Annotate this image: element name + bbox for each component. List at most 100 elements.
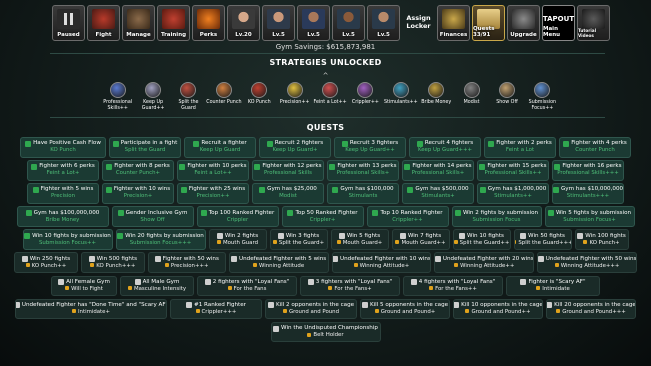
quest-card[interactable]: 4 fighters with "Loyal Fans" For the Fans…: [403, 275, 503, 297]
fighter-slot-5[interactable]: Lv.5: [367, 5, 400, 41]
quest-card[interactable]: Fighter with 10 wins Precision+: [102, 183, 174, 204]
strategy-label: Precision++: [279, 100, 310, 105]
quest-header: Win 20 fights by submission: [117, 233, 204, 240]
strategy-icon: [251, 82, 268, 98]
quest-card[interactable]: Gym has $1,000,000 Stimulants++: [477, 183, 549, 204]
quest-card[interactable]: Recruit 3 fighters Keep Up Guard++: [334, 137, 406, 158]
strategy-item: Modist: [454, 82, 489, 111]
quest-reward: Winning Attitude++: [454, 263, 514, 270]
quest-card[interactable]: Participate in a fight Split the Guard: [109, 137, 181, 158]
quest-card[interactable]: Win 2 fights Mouth Guard: [208, 229, 267, 250]
quest-reward: Submission Focus: [473, 217, 521, 224]
quest-reward-label: Ground and Pound+: [380, 308, 436, 315]
quest-card[interactable]: #1 Ranked Fighter Crippler+++: [170, 298, 262, 320]
quest-card[interactable]: Recruit 4 fighters Keep Up Guard+++: [409, 137, 481, 158]
quest-header: Have Positive Cash Flow: [25, 140, 101, 147]
quest-title: Fighter with 16 perks: [562, 163, 622, 170]
quest-card[interactable]: Gym has $100,000,000 Bribe Money: [16, 206, 109, 227]
quest-card[interactable]: Fighter with 4 perks Counter Punch: [559, 137, 631, 158]
quest-card[interactable]: Win 500 fights KO Punch+++: [80, 252, 145, 273]
quest-card[interactable]: Win 5 fights Mouth Guard+: [330, 229, 389, 250]
upgrade-button[interactable]: Upgrade: [507, 5, 540, 41]
quest-reward-label: Professional Skills++: [484, 170, 542, 177]
quest-card[interactable]: Undefeated Fighter with 50 wins Winning A…: [537, 252, 637, 273]
checkmark-icon: [547, 210, 554, 217]
main-menu-button[interactable]: TAPOUT Main Menu: [542, 5, 575, 41]
quest-reward: Stimulants+: [421, 193, 454, 200]
quest-card[interactable]: Fighter with 15 perks Professional Skills…: [477, 160, 549, 181]
quest-card[interactable]: Fighter is "Scary AF" Intimidate: [506, 275, 600, 297]
quest-card[interactable]: Fighter with 14 perks Professional Skills…: [402, 160, 474, 181]
fight-button[interactable]: Fight: [87, 5, 120, 41]
quest-card[interactable]: Win 50 fights Split the Guard+++: [513, 229, 572, 250]
quest-reward: Counter Punch: [575, 147, 615, 154]
quest-card[interactable]: Fighter with 50 wins Precision+++: [147, 252, 226, 273]
checkbox-icon: [361, 302, 368, 309]
quest-card[interactable]: Fighter with 12 perks Professional Skills: [252, 160, 324, 181]
assign-locker-button[interactable]: Assign Locker: [402, 5, 435, 41]
quest-card[interactable]: Fighter with 2 perks Feint a Lot: [484, 137, 556, 158]
quest-card[interactable]: All Female Gym Will to Fight: [51, 275, 117, 297]
quest-card[interactable]: Recruit 2 fighters Keep Up Guard+: [259, 137, 331, 158]
quest-card[interactable]: Win 10 fights Split the Guard++: [452, 229, 511, 250]
quest-card[interactable]: Undefeated Fighter with 20 wins Winning A…: [434, 252, 535, 273]
quest-card[interactable]: Win 3 fights Split the Guard+: [269, 229, 328, 250]
quest-card[interactable]: Win 5 fights by submission Submission Foc…: [544, 206, 635, 227]
perks-icon: [197, 9, 220, 29]
quest-card[interactable]: Gender Inclusive Gym Show Off: [111, 206, 194, 227]
quest-card[interactable]: All Male Gym Masculine Intensity: [120, 275, 194, 297]
manage-button[interactable]: Manage: [122, 5, 155, 41]
quest-card[interactable]: Fighter with 25 wins Precision++: [177, 183, 249, 204]
pause-button[interactable]: Paused: [52, 5, 85, 41]
checkmark-icon: [479, 163, 486, 170]
fighter-slot-4[interactable]: Lv.5: [332, 5, 365, 41]
finances-button[interactable]: Finances: [437, 5, 470, 41]
quest-card[interactable]: Kill 2 opponents in the cage Ground and P…: [265, 298, 357, 320]
quest-title: Top 50 Ranked Fighter: [295, 209, 358, 216]
quest-card[interactable]: Top 10 Ranked Fighter Crippler++: [366, 206, 449, 227]
quest-card[interactable]: Undefeated Fighter has "Done Time" and "…: [15, 298, 167, 320]
quest-card[interactable]: Win 250 fights KO Punch++: [14, 252, 78, 273]
perks-button[interactable]: Perks: [192, 5, 225, 41]
training-button[interactable]: Training: [157, 5, 190, 41]
quest-card[interactable]: Gym has $10,000,000 Stimulants+++: [552, 183, 624, 204]
quest-card[interactable]: Fighter with 16 perks Professional Skills…: [552, 160, 624, 181]
quest-card[interactable]: Undefeated Fighter with 10 wins Winning A…: [331, 252, 432, 273]
quest-card[interactable]: Kill 5 opponents in the cage Ground and P…: [360, 298, 450, 320]
quest-card[interactable]: 3 fighters with "Loyal Fans" For the Fans…: [300, 275, 400, 297]
fighter-slot-1[interactable]: Lv.20: [227, 5, 260, 41]
quest-reward: Intimidate+: [71, 308, 111, 316]
tutorial-videos-button[interactable]: Tutorial Videos: [577, 5, 610, 41]
quest-reward-label: Intimidate+: [77, 308, 111, 315]
quest-card[interactable]: Fighter with 5 wins Precision: [27, 183, 99, 204]
quest-card[interactable]: Kill 20 opponents in the cage Ground and …: [546, 298, 636, 320]
quest-card[interactable]: Win 20 fights by submission Submission Fo…: [115, 229, 206, 250]
quest-card[interactable]: Undefeated Fighter with 5 wins Winning At…: [228, 252, 329, 273]
quest-card[interactable]: Gym has $100,000 Stimulants: [327, 183, 399, 204]
quests-button[interactable]: Quests 33/91: [472, 5, 505, 41]
quest-card[interactable]: Have Positive Cash Flow KO Punch: [20, 137, 106, 158]
quest-card[interactable]: Win the Undisputed Championship Belt Hold…: [270, 321, 381, 343]
fighter-slot-3[interactable]: Lv.5: [297, 5, 330, 41]
quest-card[interactable]: Win 7 fights Mouth Guard++: [391, 229, 450, 250]
quest-card[interactable]: Fighter with 6 perks Feint a Lot+: [27, 160, 99, 181]
quest-card[interactable]: Kill 10 opponents in the cage Ground and …: [453, 298, 543, 320]
quest-card[interactable]: Win 100 fights KO Punch+: [574, 229, 629, 250]
quest-card[interactable]: Win 2 fights by submission Submission Foc…: [451, 206, 542, 227]
quest-card[interactable]: Fighter with 10 perks Feint a Lot++: [177, 160, 249, 181]
quest-reward: Submission Focus+: [563, 217, 615, 224]
quest-card[interactable]: Top 50 Ranked Fighter Crippler+: [281, 206, 364, 227]
quest-card[interactable]: 2 fighters with "Loyal Fans" For the Fans: [197, 275, 297, 297]
fighter-slot-2[interactable]: Lv.5: [262, 5, 295, 41]
tutorial-videos-label: Tutorial Videos: [578, 28, 597, 38]
quest-card[interactable]: Recruit a fighter Keep Up Guard: [184, 137, 256, 158]
quest-card[interactable]: Win 10 fights by submission Submission Fo…: [22, 229, 113, 250]
quest-card[interactable]: Gym has $25,000 Modist: [252, 183, 324, 204]
quest-title: Undefeated Fighter with 5 wins: [239, 255, 327, 262]
quest-card[interactable]: Gym has $500,000 Stimulants+: [402, 183, 474, 204]
collapse-caret-icon[interactable]: ^: [0, 72, 651, 80]
quest-card[interactable]: Fighter with 8 perks Counter Punch+: [102, 160, 174, 181]
quest-card[interactable]: Fighter with 13 perks Professional Skills…: [327, 160, 399, 181]
quest-reward-label: Submission Focus: [472, 216, 521, 223]
quest-card[interactable]: Top 100 Ranked Fighter Crippler: [196, 206, 279, 227]
